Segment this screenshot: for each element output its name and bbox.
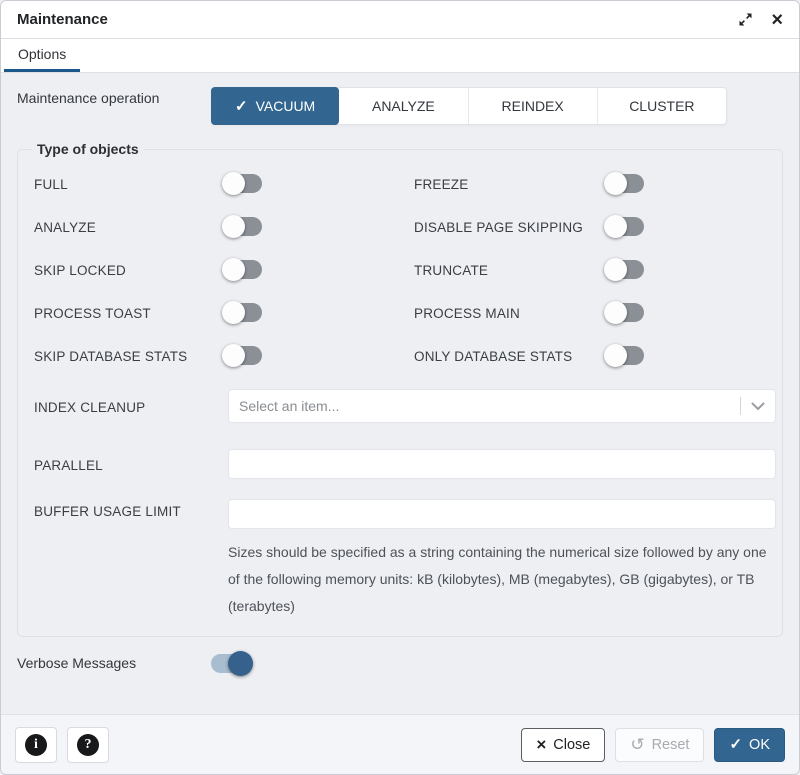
- operation-vacuum-label: VACUUM: [256, 98, 316, 114]
- maintenance-operation-row: Maintenance operation ✓ VACUUM ANALYZE R…: [17, 87, 783, 125]
- toggle-knob: [222, 344, 245, 367]
- toggle-knob: [604, 172, 627, 195]
- close-icon[interactable]: ×: [771, 10, 783, 30]
- process-toast-label: PROCESS TOAST: [34, 302, 224, 322]
- sql-info-button[interactable]: i: [15, 727, 57, 763]
- verbose-messages-row: Verbose Messages: [17, 653, 783, 673]
- select-placeholder: Select an item...: [239, 398, 339, 414]
- toggle-knob: [222, 301, 245, 324]
- disable-page-skipping-label: DISABLE PAGE SKIPPING: [414, 216, 606, 236]
- skip-locked-label: SKIP LOCKED: [34, 259, 224, 279]
- close-button[interactable]: × Close: [521, 728, 605, 762]
- toggle-knob: [604, 258, 627, 281]
- skip-locked-toggle[interactable]: [224, 260, 262, 279]
- truncate-toggle[interactable]: [606, 260, 644, 279]
- operation-vacuum-button[interactable]: ✓ VACUUM: [211, 87, 339, 125]
- tab-bar: Options: [1, 39, 799, 73]
- full-toggle[interactable]: [224, 174, 262, 193]
- buffer-usage-limit-input[interactable]: [228, 499, 776, 529]
- operation-analyze-label: ANALYZE: [372, 98, 435, 114]
- index-cleanup-select[interactable]: Select an item...: [228, 389, 776, 423]
- skip-database-stats-toggle[interactable]: [224, 346, 262, 365]
- maintenance-operation-label: Maintenance operation: [17, 87, 211, 107]
- parallel-label: PARALLEL: [34, 449, 228, 474]
- buffer-usage-limit-label: BUFFER USAGE LIMIT: [34, 499, 228, 520]
- analyze-toggle[interactable]: [224, 217, 262, 236]
- close-x-icon: ×: [536, 736, 546, 753]
- full-label: FULL: [34, 173, 224, 193]
- dialog-footer: i ? × Close ↺ Reset ✓ OK: [1, 714, 799, 774]
- type-of-objects-fieldset: Type of objects FULL FREEZE ANALYZE DISA…: [17, 141, 783, 637]
- footer-actions: × Close ↺ Reset ✓ OK: [521, 728, 785, 762]
- operation-button-group: ✓ VACUUM ANALYZE REINDEX CLUSTER: [211, 87, 727, 125]
- expand-icon[interactable]: [738, 12, 753, 27]
- toggle-knob: [604, 215, 627, 238]
- title-bar: Maintenance ×: [1, 1, 799, 39]
- skip-database-stats-label: SKIP DATABASE STATS: [34, 345, 224, 365]
- dialog-title: Maintenance: [17, 11, 108, 28]
- operation-reindex-button[interactable]: REINDEX: [469, 88, 598, 124]
- buffer-usage-limit-row: BUFFER USAGE LIMIT: [34, 499, 776, 529]
- verbose-messages-label: Verbose Messages: [17, 655, 211, 671]
- maintenance-dialog: Maintenance × Options Maintenance operat…: [0, 0, 800, 775]
- analyze-label: ANALYZE: [34, 216, 224, 236]
- operation-reindex-label: REINDEX: [502, 98, 564, 114]
- help-icon: ?: [77, 734, 99, 756]
- ok-button-label: OK: [749, 737, 770, 753]
- toggle-knob: [222, 172, 245, 195]
- operation-analyze-button[interactable]: ANALYZE: [339, 88, 468, 124]
- toggle-knob: [604, 301, 627, 324]
- window-controls: ×: [738, 10, 783, 30]
- ok-check-icon: ✓: [729, 737, 742, 752]
- truncate-label: TRUNCATE: [414, 259, 606, 279]
- process-main-label: PROCESS MAIN: [414, 302, 606, 322]
- tab-options[interactable]: Options: [4, 39, 80, 72]
- toggle-knob: [604, 344, 627, 367]
- only-database-stats-label: ONLY DATABASE STATS: [414, 345, 606, 365]
- index-cleanup-row: INDEX CLEANUP Select an item...: [34, 389, 776, 423]
- reset-button[interactable]: ↺ Reset: [615, 728, 704, 762]
- index-cleanup-label: INDEX CLEANUP: [34, 389, 228, 416]
- freeze-label: FREEZE: [414, 173, 606, 193]
- help-button[interactable]: ?: [67, 727, 109, 763]
- freeze-toggle[interactable]: [606, 174, 644, 193]
- toggle-grid: FULL FREEZE ANALYZE DISABLE PAGE SKIPPIN…: [34, 173, 776, 365]
- type-of-objects-legend: Type of objects: [32, 141, 144, 157]
- operation-cluster-label: CLUSTER: [629, 98, 694, 114]
- process-main-toggle[interactable]: [606, 303, 644, 322]
- toggle-knob: [222, 258, 245, 281]
- close-button-label: Close: [553, 737, 590, 753]
- operation-cluster-button[interactable]: CLUSTER: [598, 88, 726, 124]
- process-toast-toggle[interactable]: [224, 303, 262, 322]
- chevron-down-icon: [741, 402, 775, 411]
- toggle-knob: [228, 651, 253, 676]
- info-icon: i: [25, 734, 47, 756]
- disable-page-skipping-toggle[interactable]: [606, 217, 644, 236]
- parallel-input[interactable]: [228, 449, 776, 479]
- dialog-content: Maintenance operation ✓ VACUUM ANALYZE R…: [1, 73, 799, 714]
- only-database-stats-toggle[interactable]: [606, 346, 644, 365]
- ok-button[interactable]: ✓ OK: [714, 728, 785, 762]
- buffer-usage-limit-help: Sizes should be specified as a string co…: [228, 539, 776, 620]
- reset-button-label: Reset: [652, 737, 690, 753]
- check-icon: ✓: [235, 97, 248, 115]
- reset-icon: ↺: [630, 736, 644, 753]
- verbose-messages-toggle[interactable]: [211, 654, 249, 673]
- parallel-row: PARALLEL: [34, 449, 776, 479]
- toggle-knob: [222, 215, 245, 238]
